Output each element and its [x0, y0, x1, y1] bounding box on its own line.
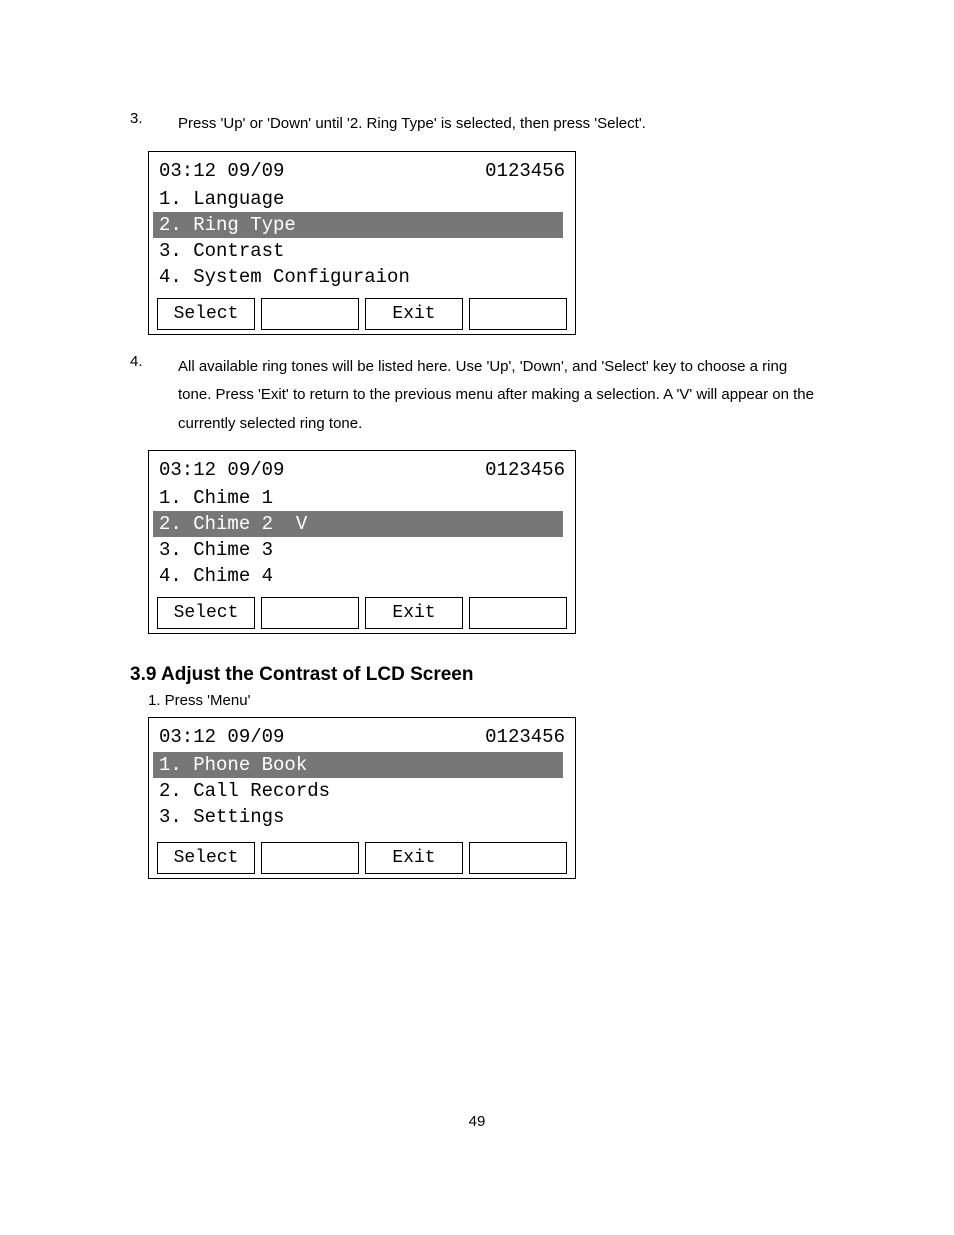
lcd-softkey-select: Select [157, 842, 255, 874]
lcd-menu-item: 4. Chime 4 [153, 563, 571, 589]
lcd-menu-item: 3. Settings [153, 804, 571, 830]
lcd-softkey-blank [469, 597, 567, 629]
lcd-menu-item: 3. Chime 3 [153, 537, 571, 563]
lcd-menu-item: 1. Language [153, 186, 571, 212]
lcd-softkey-blank [261, 298, 359, 330]
lcd-menu-item [153, 830, 571, 834]
lcd-menu-item: 4. System Configuraion [153, 264, 571, 290]
sub-step-text: 1. Press 'Menu' [148, 692, 824, 709]
step-text: Press 'Up' or 'Down' until '2. Ring Type… [178, 110, 824, 139]
step-text: All available ring tones will be listed … [178, 353, 824, 439]
lcd-softkey-row: Select Exit [153, 842, 571, 874]
lcd-softkey-select: Select [157, 597, 255, 629]
page-number: 49 [0, 1113, 954, 1130]
lcd-menu-item-selected: 2. Ring Type [153, 212, 563, 238]
step-number: 4. [130, 353, 178, 439]
lcd-softkey-blank [261, 842, 359, 874]
lcd-menu-item: 2. Call Records [153, 778, 571, 804]
lcd-header: 03:12 09/09 0123456 [153, 459, 571, 485]
lcd-softkey-select: Select [157, 298, 255, 330]
section-heading: 3.9 Adjust the Contrast of LCD Screen [130, 664, 824, 686]
lcd-menu-item-selected: 1. Phone Book [153, 752, 563, 778]
lcd-number: 0123456 [485, 726, 565, 748]
lcd-menu-item: 1. Chime 1 [153, 485, 571, 511]
lcd-number: 0123456 [485, 459, 565, 481]
lcd-time: 03:12 09/09 [159, 459, 284, 481]
lcd-header: 03:12 09/09 0123456 [153, 160, 571, 186]
lcd-time: 03:12 09/09 [159, 726, 284, 748]
lcd-softkey-exit: Exit [365, 298, 463, 330]
lcd-header: 03:12 09/09 0123456 [153, 726, 571, 752]
lcd-screen-ringtone-menu: 03:12 09/09 0123456 1. Chime 1 2. Chime … [148, 450, 576, 634]
lcd-screen-main-menu: 03:12 09/09 0123456 1. Phone Book 2. Cal… [148, 717, 576, 879]
lcd-softkey-blank [261, 597, 359, 629]
lcd-softkey-blank [469, 842, 567, 874]
lcd-softkey-exit: Exit [365, 597, 463, 629]
lcd-softkey-row: Select Exit [153, 597, 571, 629]
lcd-softkey-exit: Exit [365, 842, 463, 874]
lcd-menu-item: 3. Contrast [153, 238, 571, 264]
lcd-number: 0123456 [485, 160, 565, 182]
instruction-step-3: 3. Press 'Up' or 'Down' until '2. Ring T… [130, 110, 824, 139]
step-number: 3. [130, 110, 178, 139]
lcd-time: 03:12 09/09 [159, 160, 284, 182]
instruction-step-4: 4. All available ring tones will be list… [130, 353, 824, 439]
lcd-screen-settings-menu: 03:12 09/09 0123456 1. Language 2. Ring … [148, 151, 576, 335]
lcd-softkey-blank [469, 298, 567, 330]
lcd-softkey-row: Select Exit [153, 298, 571, 330]
lcd-menu-item-selected: 2. Chime 2 V [153, 511, 563, 537]
